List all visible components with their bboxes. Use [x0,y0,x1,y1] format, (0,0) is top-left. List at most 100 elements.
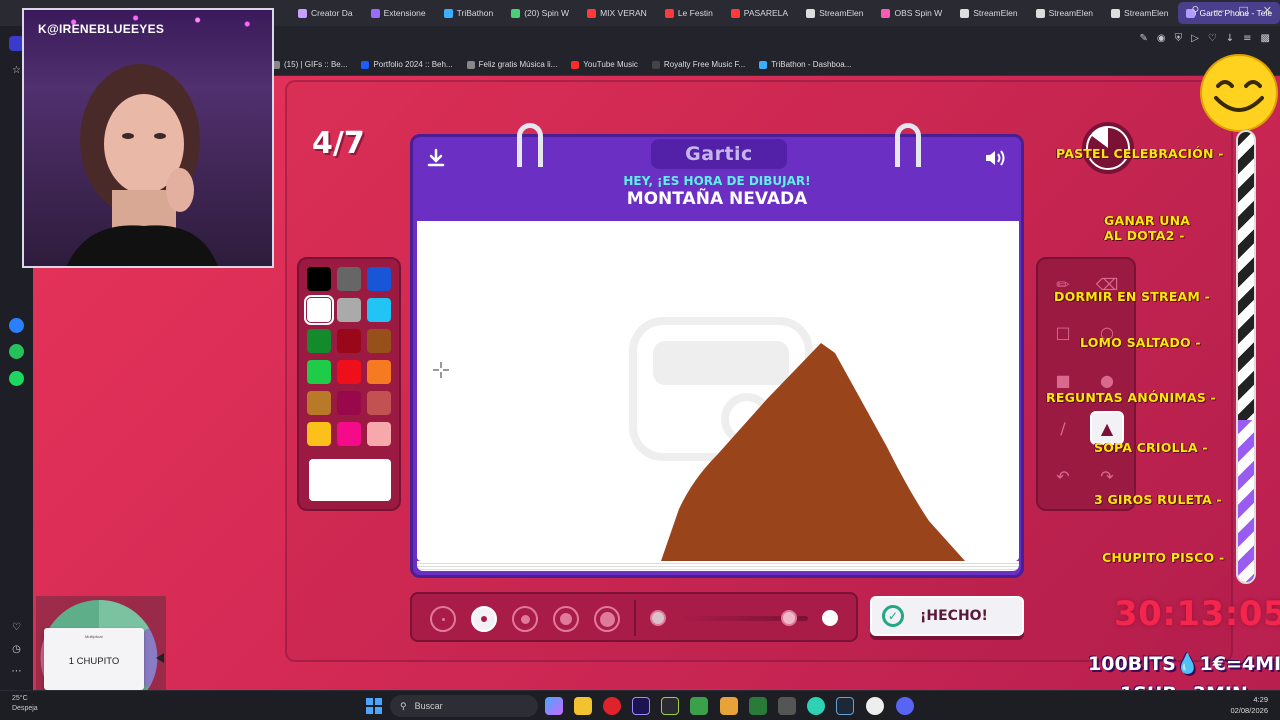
brush-dot-icon [560,613,572,625]
app-icon[interactable] [690,697,708,715]
history-icon[interactable]: ◷ [9,642,24,657]
sketchbook-pages [417,561,1019,571]
app-icon[interactable] [661,697,679,715]
brush-size-button[interactable] [594,606,620,632]
steam-icon[interactable] [836,697,854,715]
bookmark-item[interactable]: Royalty Free Music F... [651,60,745,69]
discord-icon[interactable] [896,697,914,715]
brush-toolbar [410,592,858,642]
color-swatch[interactable] [304,295,334,325]
color-swatch[interactable] [337,329,361,353]
browser-tab[interactable]: TriBathon [436,2,502,24]
goal-item: AL DOTA2 - [1104,228,1185,243]
line-icon[interactable]: ∕ [1046,411,1080,445]
app-icon[interactable] [807,697,825,715]
weather-widget[interactable]: 25°C Despeja [12,694,38,714]
browser-tab[interactable]: PASARELA [723,2,796,24]
heart-icon[interactable]: ♡ [9,620,24,635]
tab-label: (20) Spin W [524,8,570,18]
brush-size-button[interactable] [430,606,456,632]
browser-tab[interactable]: StreamElen [798,2,871,24]
done-button[interactable]: ✓ ¡HECHO! [870,596,1024,636]
download-icon[interactable]: ↓ [1226,33,1234,44]
undo-icon[interactable]: ↶ [1046,459,1080,493]
volume-icon[interactable] [983,145,1009,171]
color-palette [297,257,401,511]
brush-size-button[interactable] [471,606,497,632]
play-icon[interactable]: ▷ [1191,33,1199,44]
drawing-canvas[interactable] [417,221,1019,561]
system-clock[interactable]: 4:29 02/08/2026 [1230,694,1268,716]
color-swatch[interactable] [367,298,391,322]
more-icon[interactable]: ⋯ [9,664,24,679]
app-icon[interactable] [720,697,738,715]
extensions-icon[interactable]: ▩ [1261,33,1270,44]
heart-icon[interactable]: ♡ [1208,33,1217,44]
whatsapp-icon[interactable] [9,344,24,359]
bookmark-item[interactable]: YouTube Music [571,60,638,69]
wheel-result-text: 1 CHUPITO [68,656,120,667]
bookmark-item[interactable]: (15) | GIFs :: Be... [272,60,347,69]
tab-label: Extensione [383,8,426,18]
edit-icon[interactable]: ✎ [1139,33,1147,44]
browser-tab[interactable]: StreamElen [952,2,1025,24]
color-swatch[interactable] [337,422,361,446]
brush-dot-icon [599,611,615,627]
minimize-icon[interactable]: — [1213,4,1224,17]
camera-icon[interactable]: ◉ [1157,33,1166,44]
color-swatch[interactable] [367,329,391,353]
opera-icon[interactable] [603,697,621,715]
crosshair-cursor-icon [433,362,449,378]
browser-tab[interactable]: Creator Da [290,2,361,24]
tab-label: TriBathon [456,8,494,18]
opacity-slider-handle[interactable] [780,610,797,626]
color-swatch[interactable] [337,267,361,291]
color-swatch[interactable] [307,267,331,291]
app-icon[interactable] [778,697,796,715]
toolbar-separator [634,600,636,636]
brush-size-button[interactable] [512,606,538,632]
color-swatch[interactable] [337,360,361,384]
bookmark-favicon-icon [571,60,580,69]
close-icon[interactable]: ✕ [1263,4,1272,17]
color-swatch[interactable] [367,422,391,446]
browser-tab[interactable]: StreamElen [1103,2,1176,24]
start-button[interactable] [366,698,382,714]
color-swatch[interactable] [367,360,391,384]
browser-tab[interactable]: StreamElen [1028,2,1101,24]
color-swatch[interactable] [367,267,391,291]
spotify-icon[interactable] [9,371,24,386]
color-swatch[interactable] [307,391,331,415]
opacity-low-icon [650,610,666,626]
color-swatch[interactable] [337,298,361,322]
binder-ring-left [517,123,543,167]
brush-size-button[interactable] [553,606,579,632]
browser-tab[interactable]: OBS Spin W [873,2,950,24]
taskbar-search[interactable]: ⚲ Buscar [390,695,538,717]
maximize-icon[interactable]: □ [1238,4,1248,17]
app-icon[interactable] [749,697,767,715]
download-icon[interactable] [423,145,449,171]
color-swatch[interactable] [307,329,331,353]
bookmark-item[interactable]: Feliz gratis Música li... [466,60,557,69]
browser-tab[interactable]: Extensione [363,2,434,24]
browser-tab[interactable]: MIX VERAN [579,2,655,24]
copilot-icon[interactable] [545,697,563,715]
redo-icon[interactable]: ↷ [1090,459,1124,493]
messenger-icon[interactable] [9,318,24,333]
color-swatch[interactable] [367,391,391,415]
browser-tab[interactable]: Le Festin [657,2,721,24]
chatgpt-icon[interactable] [866,697,884,715]
color-swatch[interactable] [307,360,331,384]
browser-tab[interactable]: (20) Spin W [503,2,577,24]
bookmark-item[interactable]: Portfolio 2024 :: Beh... [361,60,453,69]
color-swatch[interactable] [307,422,331,446]
file-explorer-icon[interactable] [574,697,592,715]
bookmark-item[interactable]: TriBathon - Dashboa... [759,60,851,69]
search-tabs-icon[interactable]: ⚲ [1191,4,1199,17]
color-swatch[interactable] [337,391,361,415]
shield-icon[interactable]: ⛨ [1175,33,1183,44]
menu-icon[interactable]: ≡ [1243,33,1251,44]
rectangle-icon[interactable]: □ [1046,315,1080,349]
after-effects-icon[interactable] [632,697,650,715]
